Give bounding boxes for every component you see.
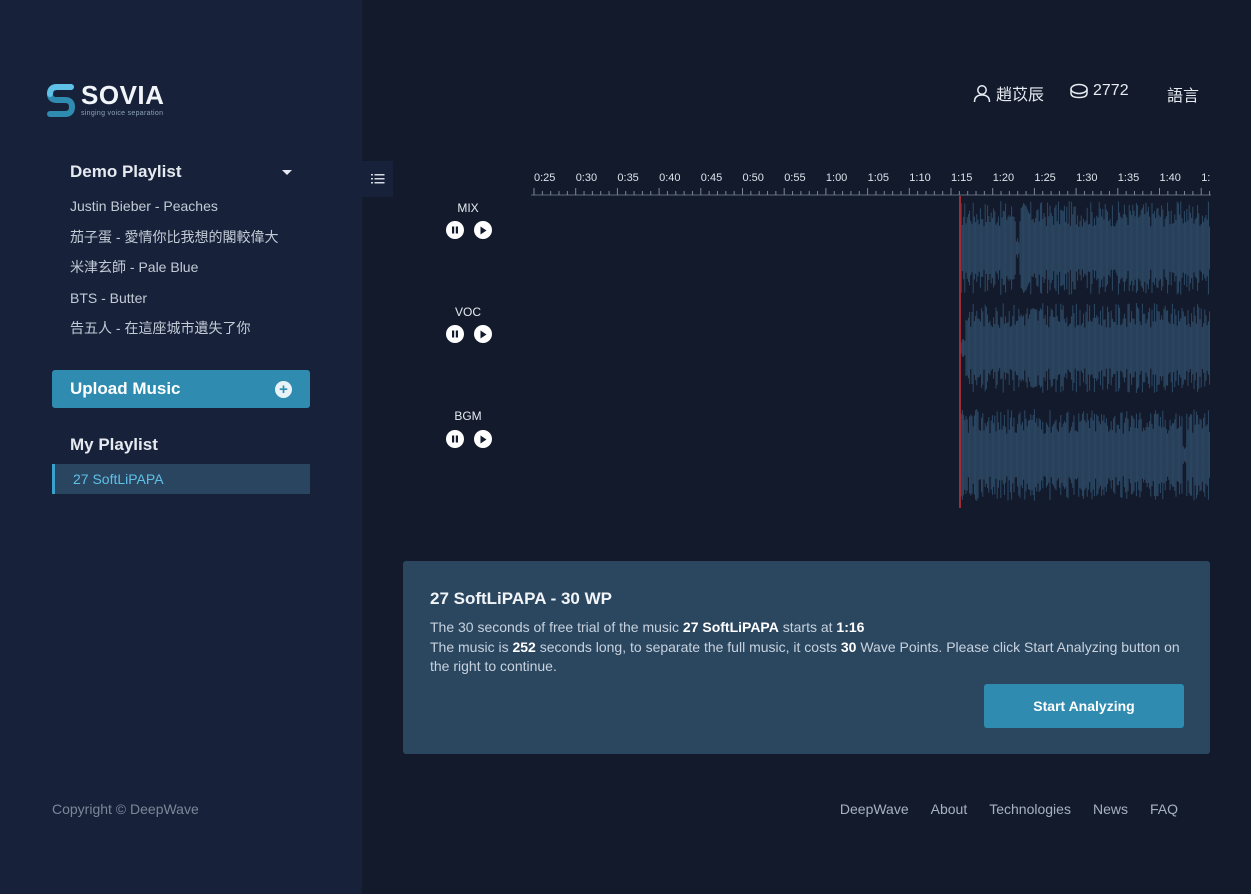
timeline-label: 0:40 bbox=[659, 172, 681, 184]
demo-playlist-header[interactable]: Demo Playlist bbox=[70, 162, 294, 182]
timeline-label: 1:10 bbox=[909, 172, 931, 184]
text-fragment: The 30 seconds of free trial of the musi… bbox=[430, 619, 683, 635]
timeline-label: 1:25 bbox=[1034, 172, 1056, 184]
timeline-label: 0:30 bbox=[575, 172, 598, 184]
footer-link-deepwave[interactable]: DeepWave bbox=[840, 801, 909, 817]
cost-points: 30 bbox=[840, 638, 857, 655]
timeline-label: 0:35 bbox=[617, 172, 639, 184]
brand-name: SOVIA bbox=[81, 80, 165, 110]
user-name: 趙苡辰 bbox=[996, 87, 1045, 104]
timeline-label: 0:55 bbox=[784, 172, 806, 184]
play-icon bbox=[480, 435, 487, 443]
demo-playlist-item[interactable]: 告五人 - 在這座城市遺失了你 bbox=[70, 319, 278, 350]
song-length: 252 bbox=[512, 638, 536, 655]
timeline-label: 0:45 bbox=[700, 172, 723, 184]
demo-playlist: Justin Bieber - Peaches 茄子蛋 - 愛情你比我想的閣較偉… bbox=[70, 197, 278, 350]
caret-down-icon[interactable] bbox=[282, 169, 292, 175]
pause-icon bbox=[452, 435, 458, 443]
trial-info-title: 27 SoftLiPAPA - 30 WP bbox=[430, 589, 612, 608]
text-fragment: The music is bbox=[430, 638, 513, 655]
play-button[interactable] bbox=[474, 325, 492, 343]
plus-circle-icon: + bbox=[275, 380, 292, 398]
timeline-label: 1:35 bbox=[1117, 172, 1140, 184]
sovia-logo-icon bbox=[47, 83, 75, 117]
song-name: 27 SoftLiPAPA bbox=[682, 619, 779, 635]
pause-button[interactable] bbox=[446, 221, 464, 239]
user-menu[interactable]: 趙苡辰 bbox=[972, 81, 1044, 105]
play-icon bbox=[480, 330, 487, 338]
user-icon bbox=[973, 85, 991, 103]
waveform-path bbox=[960, 409, 1210, 501]
timeline-ticks bbox=[531, 188, 1211, 196]
timeline-ruler[interactable]: 0:25 0:30 0:35 0:40 0:45 0:50 0:55 1:00 1:05 1:10… bbox=[531, 168, 1211, 198]
track-label-voc: VOC bbox=[454, 305, 481, 319]
demo-playlist-item[interactable]: 茄子蛋 - 愛情你比我想的閣較偉大 bbox=[70, 228, 278, 259]
start-analyzing-button[interactable]: Start Analyzing bbox=[984, 684, 1184, 728]
pause-icon bbox=[452, 226, 458, 234]
language-switcher[interactable]: 語言 bbox=[1167, 82, 1199, 106]
timeline-label: 0:25 bbox=[534, 172, 556, 184]
timeline-label: 0:50 bbox=[742, 172, 764, 184]
timeline-label: 1:15 bbox=[951, 172, 973, 184]
trial-start-time: 1:16 bbox=[836, 619, 865, 635]
timeline-labels: 0:25 0:30 0:35 0:40 0:45 0:50 0:55 1:00 1:05 1:10… bbox=[531, 168, 1211, 184]
demo-playlist-title: Demo Playlist bbox=[70, 162, 182, 181]
track-menu-button[interactable] bbox=[362, 161, 393, 197]
trial-info-text: The 30 seconds of free trial of the musi… bbox=[430, 618, 1190, 677]
play-icon bbox=[480, 226, 487, 234]
waveform-bgm[interactable] bbox=[960, 408, 1210, 502]
timeline-label: 1:40 bbox=[1159, 172, 1181, 184]
pause-button[interactable] bbox=[446, 430, 464, 448]
text-fragment: starts at bbox=[778, 619, 837, 635]
footer-link-faq[interactable]: FAQ bbox=[1150, 801, 1178, 817]
copyright: Copyright © DeepWave bbox=[52, 801, 199, 817]
list-icon bbox=[370, 174, 384, 184]
waveform-mix[interactable] bbox=[960, 200, 1210, 296]
footer-link-about[interactable]: About bbox=[931, 801, 968, 817]
track-controls-mix bbox=[446, 221, 492, 239]
footer-link-news[interactable]: News bbox=[1093, 801, 1128, 817]
upload-music-label: Upload Music bbox=[70, 379, 181, 398]
my-playlist-item[interactable]: 27 SoftLiPAPA bbox=[52, 464, 310, 494]
sidebar: SOVIA singing voice separation Demo Play… bbox=[0, 0, 362, 894]
upload-music-button[interactable]: Upload Music + bbox=[52, 370, 310, 408]
my-playlist-title: My Playlist bbox=[70, 435, 158, 454]
footer-nav: DeepWave About Technologies News FAQ bbox=[840, 801, 1178, 817]
play-button[interactable] bbox=[474, 430, 492, 448]
timeline-label: 1:00 bbox=[825, 172, 848, 184]
waveform-path bbox=[960, 303, 1210, 393]
trial-info-panel: 27 SoftLiPAPA - 30 WP The 30 seconds of … bbox=[403, 561, 1210, 754]
track-controls-voc bbox=[446, 325, 492, 343]
logo[interactable]: SOVIA singing voice separation bbox=[47, 82, 164, 117]
track-label-mix: MIX bbox=[457, 201, 479, 215]
waveform-voc[interactable] bbox=[960, 302, 1210, 394]
wave-points[interactable]: 2772 bbox=[1069, 81, 1129, 101]
points-value: 2772 bbox=[1093, 82, 1129, 99]
footer-link-technologies[interactable]: Technologies bbox=[989, 801, 1071, 817]
demo-playlist-item[interactable]: BTS - Butter bbox=[70, 289, 278, 320]
timeline-label: 1: bbox=[1201, 172, 1211, 184]
playhead[interactable] bbox=[959, 196, 961, 508]
text-fragment: seconds long, to separate the full music… bbox=[535, 638, 841, 655]
demo-playlist-item[interactable]: 米津玄師 - Pale Blue bbox=[70, 258, 278, 289]
waveform-path bbox=[960, 201, 1210, 295]
play-button[interactable] bbox=[474, 221, 492, 239]
brand-tagline: singing voice separation bbox=[81, 110, 164, 117]
pause-icon bbox=[452, 330, 458, 338]
pause-button[interactable] bbox=[446, 325, 464, 343]
coin-icon bbox=[1070, 83, 1088, 99]
timeline-label: 1:20 bbox=[992, 172, 1015, 184]
timeline-label: 1:05 bbox=[867, 172, 890, 184]
track-label-bgm: BGM bbox=[454, 409, 482, 423]
track-controls-bgm bbox=[446, 430, 492, 448]
demo-playlist-item[interactable]: Justin Bieber - Peaches bbox=[70, 197, 278, 228]
timeline-label: 1:30 bbox=[1076, 172, 1098, 184]
